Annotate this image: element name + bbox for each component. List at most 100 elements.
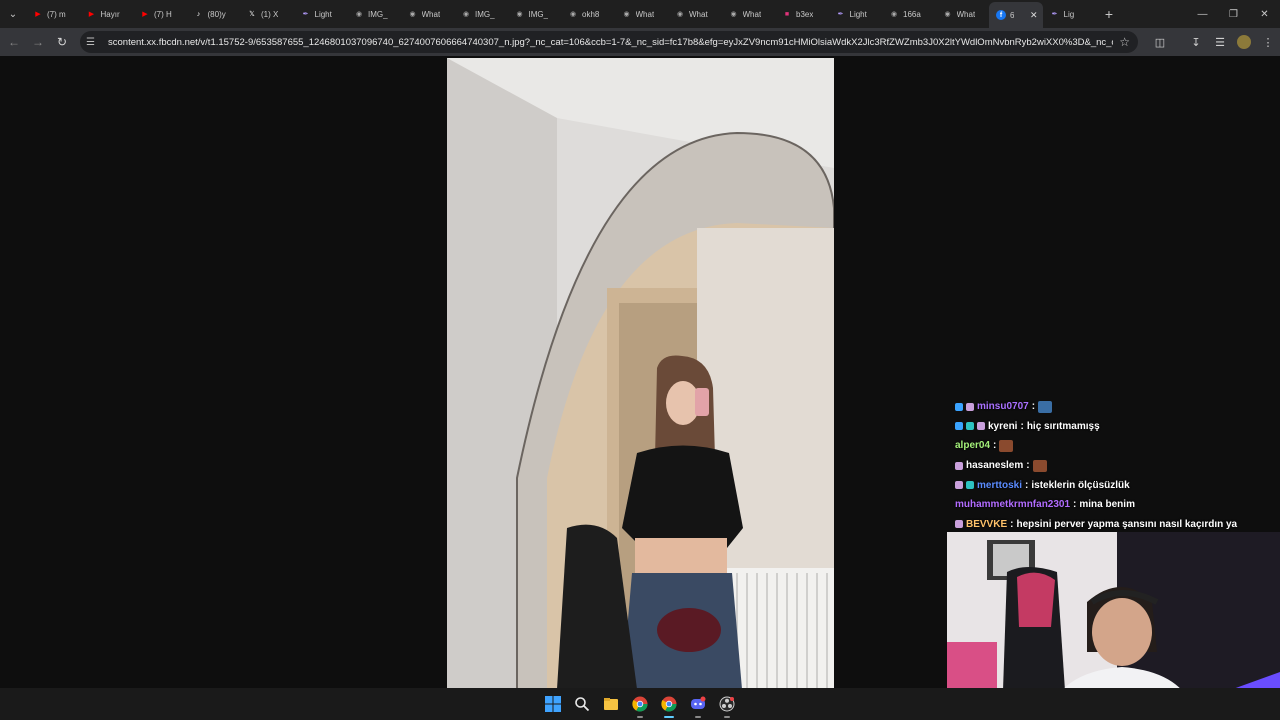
tab-label: (1) X	[261, 9, 279, 19]
profile-avatar-icon[interactable]	[1237, 35, 1251, 49]
browser-tab[interactable]: ▶ Hayır	[80, 3, 134, 25]
browser-tab[interactable]: 𝕏 (1) X	[240, 3, 294, 25]
feather-icon: ✒	[1051, 11, 1058, 18]
tab-label: What	[956, 9, 976, 19]
restore-icon[interactable]: ❐	[1218, 0, 1249, 28]
address-bar[interactable]: ☰ scontent.xx.fbcdn.net/v/t1.15752-9/653…	[80, 31, 1138, 53]
tab-search-chevron-icon[interactable]: ⌄	[0, 0, 26, 28]
media-controls-icon[interactable]: ☰	[1208, 30, 1232, 54]
browser-tab[interactable]: ▶ (7) H	[133, 3, 187, 25]
chat-badge-icon	[977, 422, 985, 431]
tab-label: okh8	[582, 9, 600, 19]
chat-text: hiç sırıtmamışş	[1026, 420, 1100, 432]
bookmark-icon: ■	[784, 10, 790, 18]
chat-separator: :	[1026, 460, 1030, 472]
chat-message: muhammetkrmnfan2301 : mina benim	[955, 495, 1280, 515]
chat-message: alper04 :	[955, 436, 1280, 456]
close-tab-icon[interactable]: ✕	[1030, 10, 1038, 21]
chat-username: muhammetkrmnfan2301	[955, 499, 1071, 511]
minimize-icon[interactable]: —	[1187, 0, 1218, 28]
close-window-icon[interactable]: ✕	[1249, 0, 1280, 28]
browser-tab[interactable]: ✒ Light	[294, 3, 348, 25]
browser-tab[interactable]: ✒ Light	[829, 3, 883, 25]
tab-label: Lig	[1063, 9, 1075, 19]
chat-username: minsu0707	[977, 401, 1029, 413]
chat-badge-icon	[966, 422, 974, 431]
chat-emote-icon	[999, 439, 1014, 452]
browser-tab[interactable]: ◉ 166a	[882, 3, 936, 25]
forward-arrow-icon[interactable]: →	[26, 30, 50, 54]
chat-username: merttoski	[977, 479, 1023, 491]
window-controls: — ❐ ✕	[1187, 0, 1280, 28]
screen: ⌄ ▶ (7) m ▶ Hayır ▶ (7) H ♪ (80)y 𝕏 (1) X ✒ Light ◉ I…	[0, 0, 1280, 720]
browser-tab[interactable]: ▶ (7) m	[26, 3, 80, 25]
browser-tab[interactable]: ◉ What	[668, 3, 722, 25]
chat-badge-icon	[955, 422, 963, 431]
site-info-icon[interactable]: ☰	[86, 37, 100, 48]
globe-icon: ◉	[676, 11, 684, 18]
chat-username: BEVVKE	[966, 518, 1008, 530]
bookmark-star-icon[interactable]: ☆	[1119, 35, 1130, 49]
tab-label: IMG_	[368, 9, 388, 19]
browser-tab-strip: ⌄ ▶ (7) m ▶ Hayır ▶ (7) H ♪ (80)y 𝕏 (1) X ✒ Light ◉ I…	[0, 0, 1280, 28]
chat-username: kyreni	[988, 420, 1018, 432]
tab-list: ▶ (7) m ▶ Hayır ▶ (7) H ♪ (80)y 𝕏 (1) X ✒ Light ◉ IMG…	[26, 0, 1096, 28]
browser-tab[interactable]: ◉ IMG_	[347, 3, 401, 25]
tab-label: Hayır	[100, 9, 120, 19]
chat-emote-icon	[1038, 400, 1053, 413]
globe-icon: ◉	[569, 11, 577, 18]
chat-emote-icon	[1032, 459, 1047, 472]
browser-tab[interactable]: ◉ IMG_	[454, 3, 508, 25]
url-text[interactable]: scontent.xx.fbcdn.net/v/t1.15752-9/65358…	[108, 37, 1113, 48]
file-explorer-icon[interactable]	[602, 695, 620, 713]
back-arrow-icon[interactable]: ←	[2, 30, 26, 54]
windows-start-icon[interactable]	[544, 695, 562, 713]
youtube-icon: ▶	[35, 11, 41, 18]
menu-kebab-icon[interactable]: ⋮	[1256, 30, 1280, 54]
browser-tab[interactable]: f 6 ✕	[989, 2, 1043, 28]
browser-tab[interactable]: ◉ IMG_	[508, 3, 562, 25]
tab-label: What	[635, 9, 655, 19]
obs-icon[interactable]	[718, 695, 736, 718]
browser-tab[interactable]: ♪ (80)y	[187, 3, 241, 25]
reload-icon[interactable]: ↻	[50, 30, 74, 54]
discord-icon[interactable]	[689, 695, 707, 718]
chrome-icon[interactable]	[660, 695, 678, 718]
chat-username: hasaneslem	[966, 460, 1024, 472]
new-tab-button[interactable]: +	[1096, 1, 1122, 27]
browser-tab[interactable]: ◉ What	[615, 3, 669, 25]
browser-tab[interactable]: ◉ What	[936, 3, 990, 25]
tab-label: 166a	[903, 9, 921, 19]
chat-message: minsu0707 :	[955, 397, 1280, 417]
chrome-icon[interactable]	[631, 695, 649, 718]
chat-badge-icon	[966, 481, 974, 490]
chat-separator: :	[1073, 499, 1077, 511]
chat-message: kyreni : hiç sırıtmamışş	[955, 417, 1280, 437]
x-icon: 𝕏	[249, 11, 255, 18]
chat-username: alper04	[955, 440, 991, 452]
extensions-icon[interactable]: ◫	[1148, 30, 1172, 54]
browser-tab[interactable]: ✒ Lig	[1043, 3, 1097, 25]
chat-separator: :	[993, 440, 997, 452]
feather-icon: ✒	[837, 11, 844, 18]
toolbar-actions: ◫ ↧ ☰ ⋮	[1148, 28, 1280, 56]
browser-tab[interactable]: ◉ What	[401, 3, 455, 25]
tab-label: What	[689, 9, 708, 19]
browser-tab[interactable]: ◉ What	[722, 3, 776, 25]
tiktok-icon: ♪	[196, 10, 201, 18]
browser-tab[interactable]: ◉ okh8	[561, 3, 615, 25]
search-icon[interactable]	[573, 695, 591, 713]
chat-badge-icon	[955, 520, 963, 529]
chat-separator: :	[1020, 420, 1024, 432]
browser-tab[interactable]: ■ b3ex	[775, 3, 829, 25]
chat-separator: :	[1031, 401, 1036, 413]
tab-label: What	[421, 9, 441, 19]
tab-label: What	[742, 9, 762, 19]
stream-chat-overlay: minsu0707 : kyreni : hiç sırıtmamışş alper0…	[955, 397, 1280, 534]
globe-icon: ◉	[944, 11, 951, 18]
chat-badge-icon	[955, 481, 963, 490]
tab-label: IMG_	[528, 9, 549, 19]
download-icon[interactable]: ↧	[1184, 30, 1208, 54]
chat-text: isteklerin ölçüsüzlük	[1031, 479, 1130, 491]
globe-icon: ◉	[890, 11, 898, 18]
